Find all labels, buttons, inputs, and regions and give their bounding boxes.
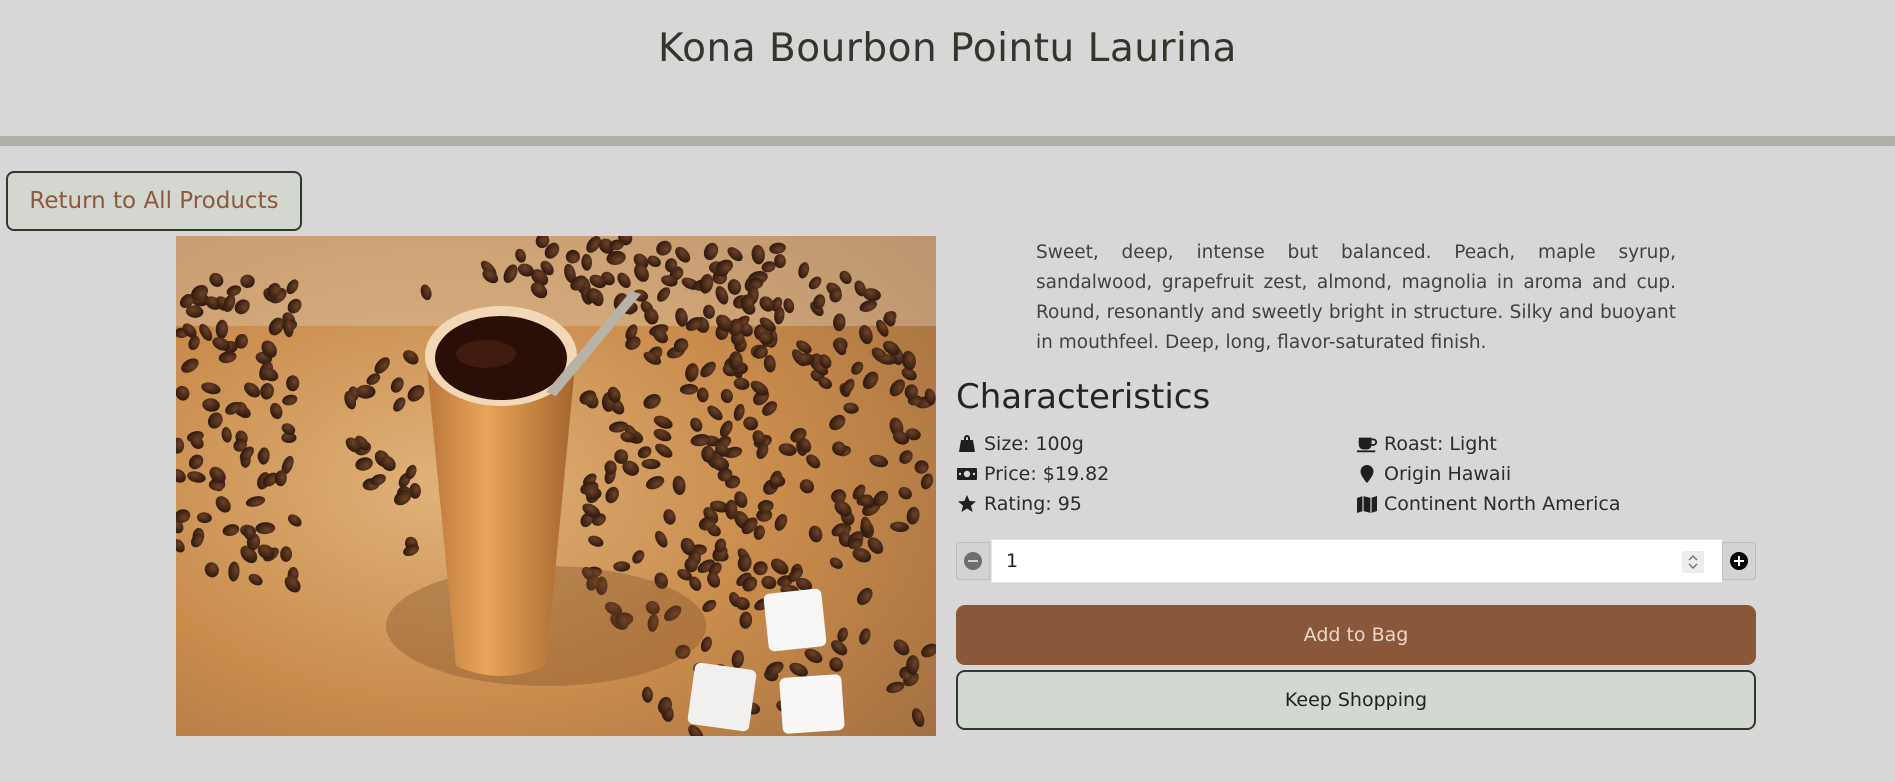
map-marker-icon xyxy=(1360,465,1374,483)
characteristic-price: Price: $19.82 xyxy=(956,461,1109,487)
map-icon xyxy=(1357,496,1377,513)
increase-quantity-button[interactable] xyxy=(1722,542,1756,580)
product-image xyxy=(176,236,936,736)
continent-label: Continent North America xyxy=(1384,493,1621,515)
rating-label: Rating: 95 xyxy=(984,493,1082,515)
add-to-bag-button[interactable]: Add to Bag xyxy=(956,605,1756,665)
characteristics-title: Characteristics xyxy=(956,377,1211,417)
return-to-products-button[interactable]: Return to All Products xyxy=(6,171,302,231)
plus-circle-icon xyxy=(1730,552,1748,570)
keep-shopping-button[interactable]: Keep Shopping xyxy=(956,670,1756,730)
weight-bag-icon xyxy=(959,435,975,452)
product-description: Sweet, deep, intense but balanced. Peach… xyxy=(1036,242,1676,353)
quantity-spin-buttons[interactable] xyxy=(1682,551,1704,573)
characteristic-rating: Rating: 95 xyxy=(956,491,1082,517)
characteristic-origin: Origin Hawaii xyxy=(1356,461,1511,487)
decrease-quantity-button[interactable] xyxy=(956,542,990,580)
size-label: Size: 100g xyxy=(984,433,1084,455)
origin-label: Origin Hawaii xyxy=(1384,463,1512,485)
money-bill-icon xyxy=(957,468,977,480)
page-header: Kona Bourbon Pointu Laurina xyxy=(0,0,1895,136)
coffee-cup-icon xyxy=(1356,437,1378,453)
characteristic-size: Size: 100g xyxy=(956,431,1084,457)
price-label: Price: $19.82 xyxy=(984,463,1110,485)
characteristic-roast: Roast: Light xyxy=(1356,431,1497,457)
roast-label: Roast: Light xyxy=(1384,433,1497,455)
quantity-input[interactable] xyxy=(991,539,1723,583)
characteristic-continent: Continent North America xyxy=(1356,491,1620,517)
page-title: Kona Bourbon Pointu Laurina xyxy=(658,26,1237,71)
minus-circle-icon xyxy=(964,552,982,570)
quantity-stepper xyxy=(956,539,1756,583)
header-divider xyxy=(0,136,1895,146)
star-icon xyxy=(958,495,976,512)
